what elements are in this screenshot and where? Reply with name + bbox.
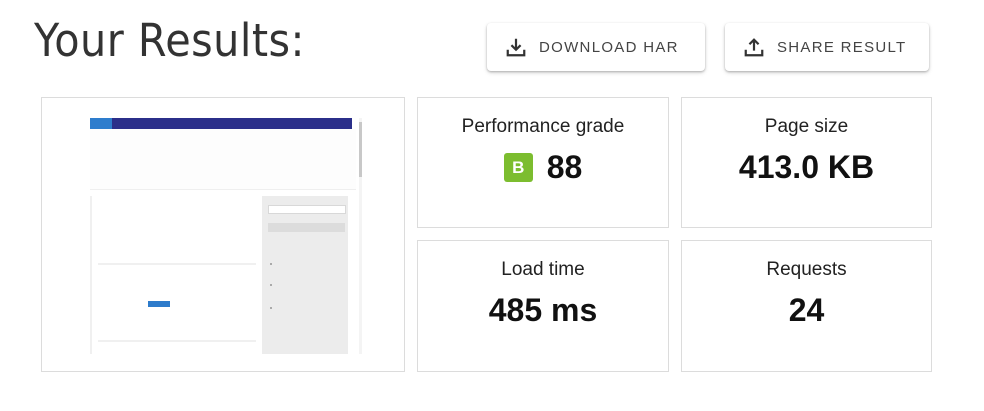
thumbnail-sidebar bbox=[262, 196, 348, 354]
share-result-button[interactable]: SHARE RESULT bbox=[725, 23, 929, 71]
page-size-label: Page size bbox=[764, 116, 849, 137]
download-har-button[interactable]: DOWNLOAD HAR bbox=[487, 23, 705, 71]
load-time-value: 485 ms bbox=[488, 292, 598, 328]
share-result-label: SHARE RESULT bbox=[777, 38, 907, 56]
performance-grade-label: Performance grade bbox=[461, 116, 625, 137]
page-size-card: Page size 413.0 KB bbox=[681, 97, 932, 228]
load-time-label: Load time bbox=[501, 259, 585, 280]
performance-score: 88 bbox=[546, 149, 583, 185]
thumbnail-rule bbox=[98, 263, 256, 265]
thumbnail-search-input bbox=[268, 205, 346, 214]
requests-value: 24 bbox=[788, 292, 825, 328]
performance-grade-card: Performance grade B 88 bbox=[417, 97, 669, 228]
thumbnail-bullet bbox=[270, 263, 272, 265]
share-icon bbox=[744, 38, 764, 57]
screenshot-preview bbox=[90, 118, 362, 354]
thumbnail-logo-block bbox=[90, 118, 112, 129]
download-har-label: DOWNLOAD HAR bbox=[539, 38, 679, 56]
download-icon bbox=[506, 38, 526, 57]
performance-grade-value-row: B 88 bbox=[418, 149, 668, 186]
requests-card: Requests 24 bbox=[681, 240, 932, 372]
page-title: Your Results: bbox=[34, 14, 305, 67]
load-time-card: Load time 485 ms bbox=[417, 240, 669, 372]
page-screenshot-thumbnail bbox=[41, 97, 405, 372]
thumbnail-rule bbox=[98, 340, 256, 342]
thumbnail-sidebar-bar bbox=[268, 223, 345, 232]
requests-label: Requests bbox=[766, 259, 847, 280]
thumbnail-bullet bbox=[270, 307, 272, 309]
thumbnail-topbar bbox=[90, 118, 352, 129]
thumbnail-bullet bbox=[270, 284, 272, 286]
page-size-value: 413.0 KB bbox=[738, 149, 875, 185]
thumbnail-header bbox=[90, 129, 356, 190]
thumbnail-scrollbar-thumb bbox=[359, 122, 362, 177]
grade-badge: B bbox=[503, 153, 533, 182]
thumbnail-button bbox=[148, 301, 170, 307]
thumbnail-divider bbox=[90, 196, 92, 354]
